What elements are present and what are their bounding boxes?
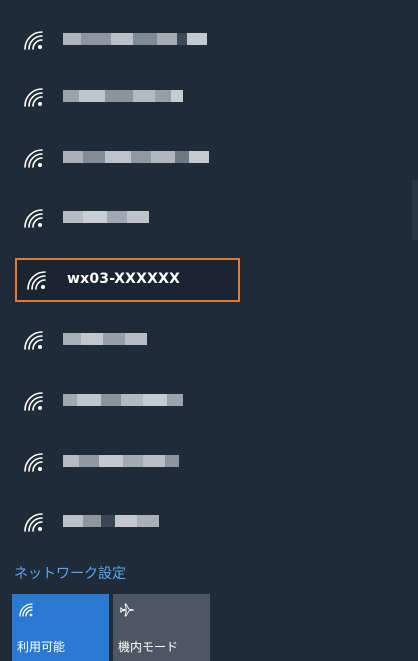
wifi-signal-icon (24, 513, 43, 532)
wifi-signal-icon (24, 331, 43, 350)
redacted-network-name (63, 151, 209, 163)
network-settings-link[interactable]: ネットワーク設定 (14, 563, 126, 583)
wifi-signal-icon (24, 88, 43, 107)
redacted-network-name (63, 90, 183, 102)
network-name: wx03-XXXXXX (67, 271, 181, 287)
network-item[interactable] (15, 379, 240, 423)
wifi-signal-icon (24, 149, 43, 168)
wifi-signal-icon (24, 31, 43, 50)
redacted-network-name (63, 33, 207, 45)
network-item[interactable] (15, 318, 240, 362)
wifi-toggle-label: 利用可能 (17, 640, 66, 654)
network-item[interactable] (15, 18, 240, 62)
wifi-toggle-button[interactable]: 利用可能 (12, 594, 109, 661)
airplane-icon (120, 603, 134, 617)
airplane-mode-label: 機内モード (118, 640, 179, 654)
wifi-icon (19, 603, 33, 617)
scrollbar[interactable] (412, 180, 418, 240)
wifi-signal-icon (24, 453, 43, 472)
network-item[interactable] (15, 440, 240, 484)
wifi-signal-icon (27, 271, 46, 290)
redacted-network-name (63, 394, 183, 406)
network-item[interactable] (15, 196, 240, 240)
network-item-selected[interactable]: wx03-XXXXXX (15, 258, 240, 302)
airplane-mode-button[interactable]: 機内モード (113, 594, 210, 661)
redacted-network-name (63, 455, 179, 467)
wifi-signal-icon (24, 392, 43, 411)
redacted-network-name (63, 333, 147, 345)
network-item[interactable] (15, 136, 240, 180)
redacted-network-name (63, 515, 159, 527)
redacted-network-name (63, 211, 149, 223)
network-item[interactable] (15, 75, 240, 119)
network-item[interactable] (15, 500, 240, 544)
wifi-signal-icon (24, 209, 43, 228)
